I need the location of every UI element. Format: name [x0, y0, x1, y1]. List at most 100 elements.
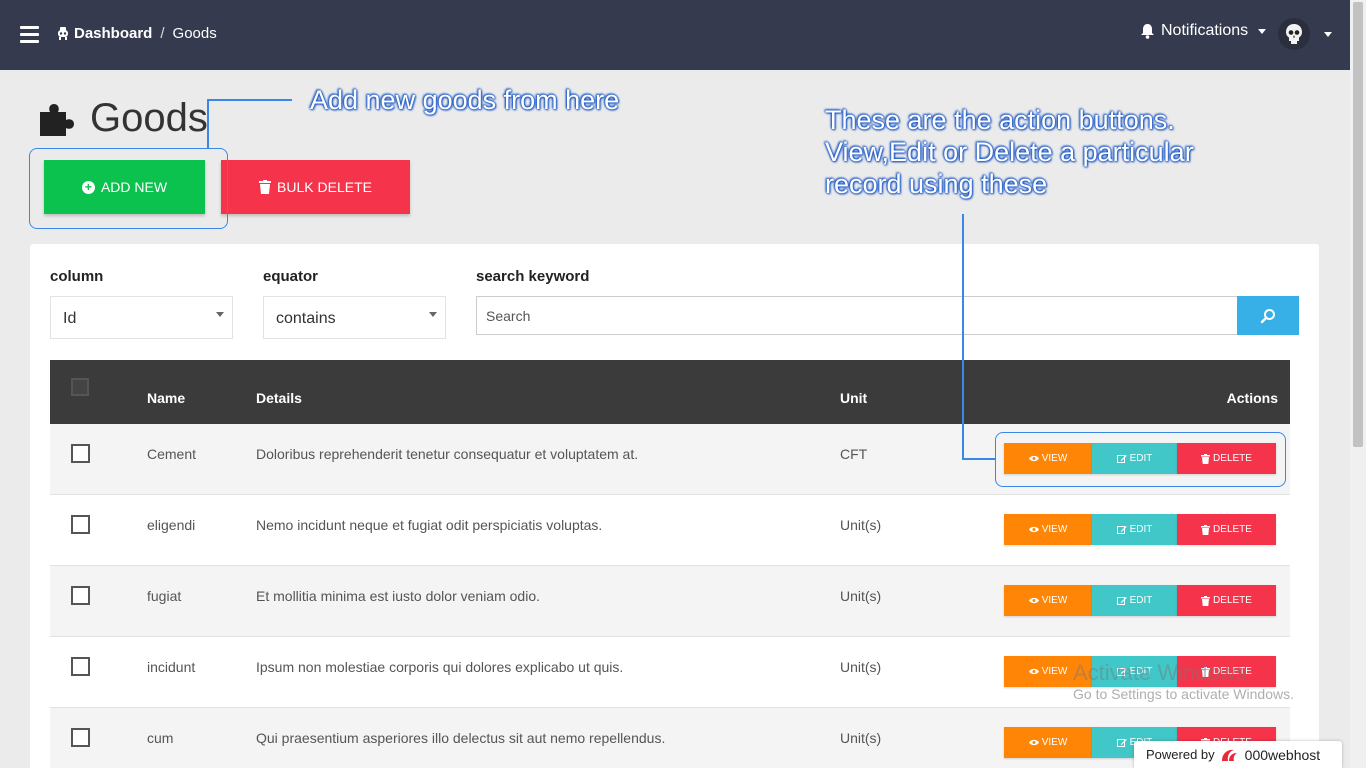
- add-hint-text: Add new goods from here: [310, 85, 620, 115]
- search-input[interactable]: [476, 296, 1237, 335]
- activate-windows-title: Activate Windows: [1073, 660, 1247, 685]
- header-unit: Unit: [840, 390, 868, 406]
- action-buttons-highlight: [995, 432, 1286, 487]
- cell-unit: Unit(s): [840, 517, 882, 533]
- page-title: Goods: [90, 96, 208, 140]
- row-checkbox[interactable]: [71, 586, 90, 605]
- add-button-highlight: [29, 148, 228, 229]
- column-label: column: [50, 268, 104, 285]
- eye-icon: [1028, 597, 1039, 604]
- annotation-connector: [962, 214, 964, 459]
- table-row: eligendi Nemo incidunt neque et fugiat od…: [50, 495, 1290, 566]
- menu-icon[interactable]: [20, 26, 39, 43]
- edit-label: EDIT: [1129, 524, 1153, 535]
- column-select[interactable]: Id: [50, 296, 233, 339]
- cell-name: fugiat: [147, 588, 182, 604]
- breadcrumb-dashboard-label: Dashboard: [74, 25, 153, 42]
- puzzle-icon: [40, 103, 74, 136]
- activate-windows-subtitle: Go to Settings to activate Windows.: [1073, 686, 1294, 702]
- cell-details: Qui praesentium asperiores illo delectus…: [256, 730, 666, 746]
- header-actions: Actions: [1226, 390, 1278, 406]
- search-button[interactable]: [1237, 296, 1299, 335]
- view-label: VIEW: [1041, 737, 1068, 748]
- bulk-delete-button[interactable]: BULK DELETE: [221, 160, 410, 214]
- cell-details: Nemo incidunt neque et fugiat odit persp…: [256, 517, 603, 533]
- view-button[interactable]: VIEW: [1004, 585, 1092, 616]
- cell-name: incidunt: [147, 659, 196, 675]
- chevron-down-icon: [1258, 28, 1267, 34]
- powered-by-label: Powered by: [1146, 747, 1215, 762]
- chevron-down-icon: [1324, 31, 1332, 37]
- dashboard-icon: [58, 27, 68, 40]
- user-menu[interactable]: [1278, 18, 1332, 50]
- cell-details: Doloribus reprehenderit tenetur consequa…: [256, 446, 639, 462]
- cell-unit: CFT: [840, 446, 868, 462]
- view-button[interactable]: VIEW: [1004, 514, 1092, 545]
- select-all-checkbox[interactable]: [71, 378, 89, 396]
- powered-by-brand: 000webhost: [1244, 746, 1321, 763]
- scrollbar[interactable]: [1350, 0, 1366, 768]
- bell-icon: [1141, 24, 1154, 39]
- edit-button[interactable]: EDIT: [1092, 585, 1177, 616]
- cell-unit: Unit(s): [840, 730, 882, 746]
- top-navbar: Dashboard / Goods Notifications: [0, 0, 1350, 70]
- scrollbar-thumb[interactable]: [1353, 2, 1363, 447]
- delete-label: DELETE: [1213, 524, 1252, 535]
- cell-details: Ipsum non molestiae corporis qui dolores…: [256, 659, 624, 675]
- delete-label: DELETE: [1213, 595, 1252, 606]
- row-checkbox[interactable]: [71, 657, 90, 676]
- trash-icon: [1201, 524, 1211, 535]
- bulk-delete-label: BULK DELETE: [277, 179, 372, 195]
- edit-button[interactable]: EDIT: [1092, 514, 1177, 545]
- annotation-connector: [962, 458, 996, 460]
- table-row: fugiat Et mollitia minima est iusto dolor…: [50, 566, 1290, 637]
- eye-icon: [1028, 668, 1039, 675]
- notifications-label: Notifications: [1161, 22, 1249, 39]
- header-name: Name: [147, 390, 186, 406]
- annotation-connector: [207, 99, 209, 148]
- annotation-connector: [207, 99, 292, 101]
- delete-button[interactable]: DELETE: [1177, 585, 1276, 616]
- cell-unit: Unit(s): [840, 588, 882, 604]
- breadcrumb-current: Goods: [172, 25, 217, 42]
- breadcrumb-separator: /: [160, 25, 165, 42]
- cell-details: Et mollitia minima est iusto dolor venia…: [256, 588, 541, 604]
- eye-icon: [1028, 739, 1039, 746]
- eye-icon: [1028, 526, 1039, 533]
- cell-name: Cement: [147, 446, 197, 462]
- delete-button[interactable]: DELETE: [1177, 514, 1276, 545]
- chevron-down-icon: [429, 312, 437, 317]
- trash-icon: [259, 180, 272, 194]
- row-checkbox[interactable]: [71, 444, 90, 463]
- column-select-value: Id: [63, 310, 77, 327]
- view-button[interactable]: VIEW: [1004, 727, 1092, 758]
- view-label: VIEW: [1041, 524, 1068, 535]
- powered-by-badge[interactable]: Powered by 000webhost: [1134, 741, 1342, 768]
- breadcrumb: Dashboard / Goods: [56, 25, 217, 42]
- breadcrumb-dashboard-link[interactable]: Dashboard: [56, 25, 152, 42]
- search-keyword-label: search keyword: [476, 268, 590, 285]
- row-checkbox[interactable]: [71, 728, 90, 747]
- webhost-logo-icon: [1221, 749, 1237, 761]
- header-details: Details: [256, 390, 302, 406]
- cell-name: eligendi: [147, 517, 196, 533]
- trash-icon: [1201, 595, 1211, 606]
- notifications-dropdown[interactable]: Notifications: [1140, 22, 1267, 40]
- actions-hint-line1: These are the action buttons.: [825, 105, 1175, 135]
- row-actions: VIEW EDIT DELETE: [1004, 514, 1276, 545]
- row-actions: VIEW EDIT DELETE: [1004, 585, 1276, 616]
- edit-icon: [1116, 525, 1127, 534]
- view-label: VIEW: [1041, 595, 1068, 606]
- search-icon: [1260, 308, 1275, 323]
- actions-hint-line3: record using these: [825, 169, 1048, 199]
- page-header: Goods: [38, 96, 208, 141]
- cell-unit: Unit(s): [840, 659, 882, 675]
- chevron-down-icon: [216, 312, 224, 317]
- skull-icon: [1286, 24, 1302, 44]
- equator-label: equator: [263, 268, 319, 285]
- edit-icon: [1116, 738, 1127, 747]
- equator-select[interactable]: contains: [263, 296, 446, 339]
- equator-select-value: contains: [276, 310, 336, 327]
- edit-icon: [1116, 596, 1127, 605]
- row-checkbox[interactable]: [71, 515, 90, 534]
